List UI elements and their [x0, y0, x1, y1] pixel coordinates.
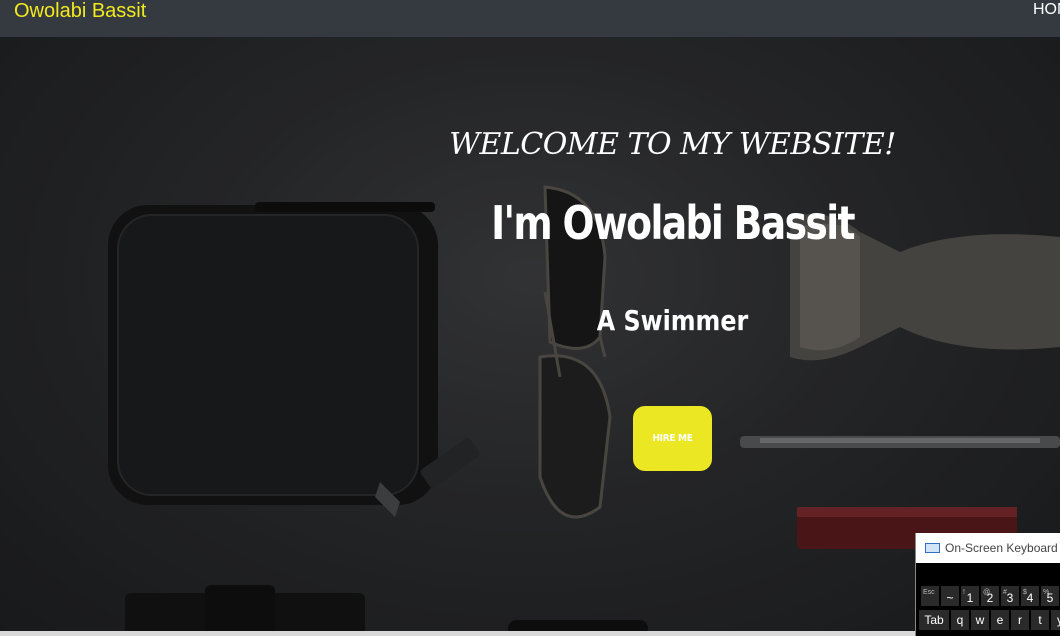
osk-key-label: 3	[1006, 591, 1014, 605]
on-screen-keyboard-window[interactable]: On-Screen Keyboard Esc ~ ! 1 @2 #3 $4% 5 Tab q w e r…	[915, 533, 1060, 636]
osk-title: On-Screen Keyboard	[945, 541, 1058, 555]
osk-key[interactable]: Esc	[920, 585, 940, 607]
osk-key[interactable]: @2	[980, 585, 1000, 607]
osk-key[interactable]: ~	[940, 585, 960, 607]
page-scrollbar-edge	[0, 631, 915, 636]
nav-home-link[interactable]: HOM	[1033, 0, 1060, 20]
keyboard-icon	[925, 543, 940, 553]
hire-me-button[interactable]: HIRE ME	[633, 406, 712, 471]
osk-key-label: 4	[1026, 591, 1034, 605]
osk-key-label: 2	[986, 591, 994, 605]
osk-key[interactable]: e	[990, 609, 1010, 631]
osk-title-bar[interactable]: On-Screen Keyboard	[916, 533, 1060, 563]
osk-key[interactable]: y	[1050, 609, 1060, 631]
osk-key-label: ~	[946, 591, 954, 605]
osk-key[interactable]: t	[1030, 609, 1050, 631]
osk-key[interactable]: $4	[1020, 585, 1040, 607]
brand-link[interactable]: Owolabi Bassit	[14, 0, 146, 22]
navbar: Owolabi Bassit HOM	[0, 0, 1060, 37]
welcome-heading: WELCOME TO MY WEBSITE!	[449, 127, 896, 162]
osk-key[interactable]: r	[1010, 609, 1030, 631]
osk-key[interactable]: #3	[1000, 585, 1020, 607]
osk-key-label: 5	[1046, 591, 1054, 605]
osk-key[interactable]: % 5	[1040, 585, 1060, 607]
osk-key-label: 1	[966, 591, 974, 605]
osk-key-shift-label: Esc	[923, 589, 935, 596]
osk-key[interactable]: Tab	[918, 609, 950, 631]
osk-key[interactable]: w	[970, 609, 990, 631]
osk-key[interactable]: q	[950, 609, 970, 631]
name-heading: I'm Owolabi Bassit	[491, 196, 855, 250]
osk-key[interactable]: ! 1	[960, 585, 980, 607]
role-text: A Swimmer	[596, 304, 749, 337]
